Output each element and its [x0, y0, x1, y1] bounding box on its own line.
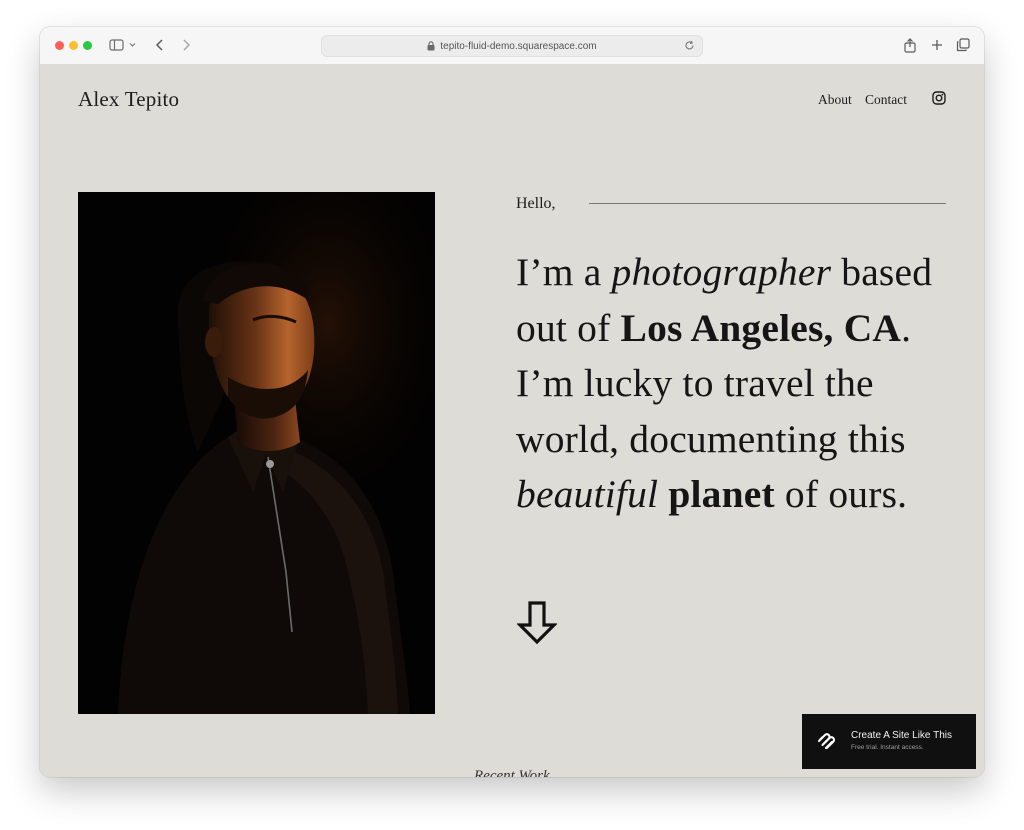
zoom-window-button[interactable]: [83, 41, 92, 50]
tab-overview-button[interactable]: [954, 35, 972, 55]
intro-emphasis-photographer: photographer: [611, 250, 832, 294]
close-window-button[interactable]: [55, 41, 64, 50]
new-tab-button[interactable]: [929, 35, 945, 55]
intro-emphasis-beautiful: beautiful: [516, 472, 659, 516]
squarespace-logo-icon: [817, 733, 835, 750]
hero-greeting: Hello,: [516, 195, 556, 212]
address-bar[interactable]: tepito-fluid-demo.squarespace.com: [321, 35, 703, 57]
chevron-left-icon: [155, 39, 163, 51]
share-icon: [904, 37, 916, 53]
minimize-window-button[interactable]: [69, 41, 78, 50]
tabs-overview-icon: [956, 38, 970, 52]
reload-icon[interactable]: [684, 40, 695, 51]
site-title[interactable]: Alex Tepito: [78, 87, 179, 112]
sidebar-toggle-button[interactable]: [108, 35, 140, 55]
plus-icon: [932, 40, 942, 50]
greeting-divider: [589, 203, 946, 204]
url-text: tepito-fluid-demo.squarespace.com: [440, 40, 597, 52]
browser-window: tepito-fluid-demo.squarespace.com Alex T…: [40, 27, 984, 777]
nav-link-contact[interactable]: Contact: [865, 92, 907, 108]
browser-toolbar: tepito-fluid-demo.squarespace.com: [40, 27, 984, 65]
create-site-banner-button[interactable]: Create A Site Like This Free trial. Inst…: [802, 714, 976, 769]
lock-icon: [427, 41, 435, 51]
web-page: Alex Tepito About Contact Hello, I’m a p…: [40, 65, 984, 777]
next-section-heading: Recent Work: [474, 768, 550, 777]
forward-button[interactable]: [178, 35, 194, 55]
intro-bold-planet: planet: [668, 472, 775, 516]
hero-intro-text: I’m a photographer based out of Los Ange…: [516, 250, 933, 516]
arrow-down-icon[interactable]: [517, 601, 557, 645]
chevron-right-icon: [183, 39, 191, 51]
intro-bold-location: Los Angeles, CA: [620, 305, 902, 350]
cta-title: Create A Site Like This: [851, 730, 952, 741]
back-button[interactable]: [152, 35, 168, 55]
cta-subtitle: Free trial. Instant access.: [851, 744, 924, 751]
sidebar-icon: [109, 39, 136, 51]
share-button[interactable]: [902, 35, 918, 55]
portrait-photo: [78, 192, 435, 714]
instagram-icon[interactable]: [932, 91, 946, 105]
nav-link-about[interactable]: About: [818, 92, 852, 108]
